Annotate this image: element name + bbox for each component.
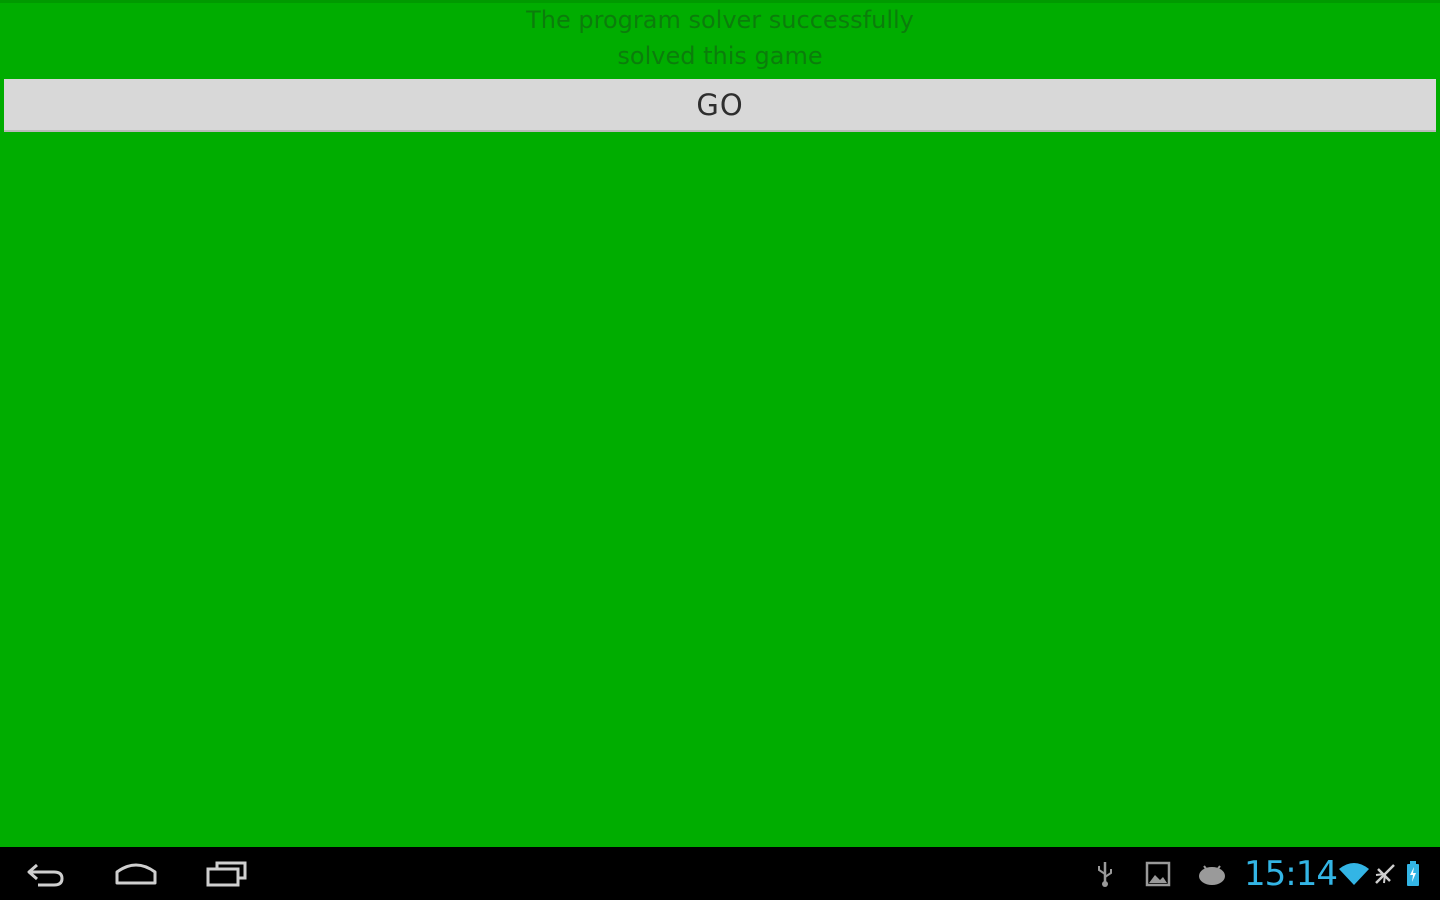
back-button[interactable]	[16, 855, 76, 893]
battery-icon	[1404, 859, 1422, 889]
app-screen: The program solver successfully solved t…	[0, 0, 1440, 900]
status-clock: 15:14	[1244, 854, 1338, 894]
home-icon	[115, 863, 157, 885]
result-message-line-1: The program solver successfully	[526, 6, 914, 34]
gallery-notification-icon	[1144, 859, 1172, 889]
go-button[interactable]: GO	[4, 79, 1436, 132]
result-message-line-2: solved this game	[617, 42, 823, 70]
android-debug-icon	[1196, 859, 1228, 889]
usb-icon	[1094, 859, 1116, 889]
airplane-mode-icon	[1373, 859, 1397, 889]
result-message: The program solver successfully solved t…	[0, 2, 1440, 74]
recent-apps-icon	[206, 861, 247, 887]
home-button[interactable]	[106, 855, 166, 893]
recent-apps-button[interactable]	[196, 855, 256, 893]
back-icon	[27, 863, 64, 887]
wifi-icon	[1338, 859, 1370, 889]
system-navigation-bar: 15:14	[0, 847, 1440, 900]
